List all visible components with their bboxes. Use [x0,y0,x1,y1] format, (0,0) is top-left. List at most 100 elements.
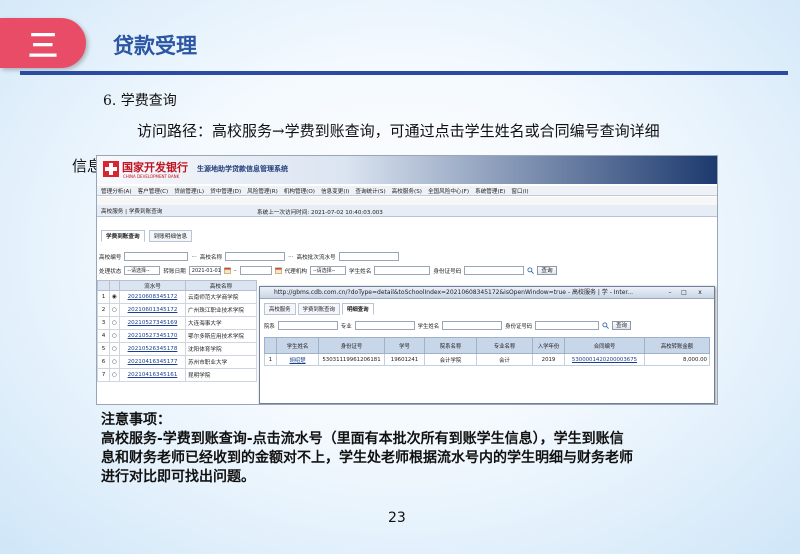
tab-school-service[interactable]: 高校服务 [264,303,296,315]
query-button[interactable]: 查询 [537,266,557,275]
batch-no-input[interactable] [338,252,399,261]
cdb-logo-icon [103,161,119,177]
minimize-button[interactable]: – [664,288,676,297]
tab-detail-query[interactable]: 明细查询 [341,303,374,315]
search-icon[interactable] [602,322,610,329]
col-header-index [264,337,277,354]
col-header-student-no: 学号 [384,337,425,354]
serial-link[interactable]: 20210608345172 [119,290,186,304]
school-name-input[interactable] [225,252,286,261]
lookup-button-2[interactable]: ··· [288,254,293,260]
notes-line-3: 进行对比即可找出问题。 [101,469,255,485]
system-name: 生源地助学贷款信息管理系统 [197,165,288,173]
row-radio[interactable]: ○ [109,342,120,356]
app-banner: 国家开发银行 CHINA DEVELOPMENT BANK 生源地助学贷款信息管… [97,156,717,184]
menu-item-window[interactable]: 窗口(I) [511,187,528,195]
row-radio[interactable]: ○ [109,329,120,343]
table-row[interactable]: 2 ○ 20210601345172 广州珠江职业技术学院 [97,303,257,317]
access-path-text-line1: 访问路径：高校服务→学费到账查询，可通过点击学生姓名或合同编号查询详细 [137,122,660,140]
table-row[interactable]: 6 ○ 20210416345177 苏州市职业大学 [97,355,257,369]
id-no-input[interactable] [464,266,525,275]
student-name-label: 学生姓名 [417,323,440,330]
menu-item-info-change[interactable]: 信息变更(I) [321,187,349,195]
calendar-icon-2[interactable] [274,267,282,274]
fee-arrival-table: 流水号 高校名称 1 ◉ 20210608345172 云南师范大学商学院 2 ○ 202… [97,280,257,382]
col-header-year: 入学年份 [532,337,565,354]
row-radio[interactable]: ○ [109,303,120,317]
last-login-info: 系统上一次访问时间: 2021-07-02 10:40:03.003 [257,210,383,216]
col-header-school: 高校名称 [185,280,257,291]
breadcrumb: 高校服务 | 学费到账查询 [101,208,163,215]
menu-item-inloan[interactable]: 贷中管理(D) [210,187,241,195]
popup-search-row: 院系 专业 学生姓名 身份证号码 查询 [264,321,631,330]
serial-link[interactable]: 20210526345178 [119,342,186,356]
popup-query-button[interactable]: 查询 [612,321,631,330]
student-name-link[interactable]: 胡绍楚 [276,353,319,366]
section-heading: 6. 学费查询 [103,93,177,109]
popup-breadcrumb-tabs: 高校服务 学费到账查询 明细查询 [264,303,374,315]
menu-item-analysis[interactable]: 管理分析(A) [101,187,132,195]
table-row[interactable]: 3 ○ 20210527345169 大连海事大学 [97,316,257,330]
menu-item-query-stats[interactable]: 查询统计(S) [355,187,385,195]
student-name-input[interactable] [374,266,431,275]
maximize-button[interactable]: □ [678,288,690,297]
serial-link[interactable]: 20210601345172 [119,303,186,317]
date-from-input[interactable]: 2021-01-01 [188,266,221,275]
menu-item-preloan[interactable]: 贷前管理(L) [174,187,204,195]
serial-link[interactable]: 20210527345169 [119,316,186,330]
row-radio[interactable]: ○ [109,355,120,369]
close-button[interactable]: x [694,288,706,297]
col-header-major: 专业名称 [476,337,533,354]
breadcrumb-row: 高校服务 | 学费到账查询 [97,205,717,217]
agency-select[interactable]: --请选择-- [309,266,346,275]
content-tabs: 学费到账查询 到账明细信息 [101,230,193,242]
search-icon[interactable] [527,267,535,274]
row-radio-selected[interactable]: ◉ [109,290,120,304]
menu-item-customer[interactable]: 客户管理(C) [138,187,169,195]
col-header-contract-no: 合同编号 [564,337,645,354]
menu-item-school-service[interactable]: 高校服务(S) [392,187,422,195]
section-number-badge: 三 [0,18,86,68]
tab-fee-query[interactable]: 学费到账查询 [297,303,340,315]
date-to-input[interactable] [239,266,272,275]
col-header-select [109,280,120,291]
batch-label: 高校批次流水号 [296,254,336,261]
col-header-dept: 院系名称 [424,337,477,354]
tab-arrival-details[interactable]: 到账明细信息 [148,230,193,242]
calendar-icon[interactable] [223,267,231,274]
dept-input[interactable] [277,321,338,330]
table-row[interactable]: 1 胡绍楚 53031119961206181 19601241 会计学院 会计… [264,353,710,366]
page-number: 23 [388,510,406,526]
menu-bar: 管理分析(A) 客户管理(C) 贷前管理(L) 贷中管理(D) 风险管理(R) … [97,186,717,196]
header-divider [20,71,788,75]
table-row[interactable]: 5 ○ 20210526345178 沈阳体育学院 [97,342,257,356]
lookup-button[interactable]: ··· [191,254,196,260]
tab-fee-arrival-query[interactable]: 学费到账查询 [101,230,145,242]
menu-item-risk[interactable]: 风险管理(R) [247,187,278,195]
row-radio[interactable]: ○ [109,368,120,382]
id-no-label: 身份证号码 [433,268,462,275]
menu-item-risk-center[interactable]: 全国风险中心(F) [428,187,469,195]
table-row[interactable]: 1 ◉ 20210608345172 云南师范大学商学院 [97,290,257,304]
id-no-input[interactable] [535,321,600,330]
status-select[interactable]: --请选择-- [124,266,161,275]
school-no-input[interactable] [124,252,189,261]
serial-link[interactable]: 20210416345161 [119,368,186,382]
student-name-label: 学生姓名 [348,268,372,275]
col-header-serial: 流水号 [119,280,186,291]
col-header-id-no: 身份证号 [318,337,385,354]
table-row[interactable]: 4 ○ 20210527345170 鄂尔多斯应用技术学院 [97,329,257,343]
notes-block: 注意事项： 高校服务-学费到账查询-点击流水号（里面有本批次所有到账学生信息），… [101,411,731,487]
id-no-label: 身份证号码 [505,323,533,330]
notes-line-1: 高校服务-学费到账查询-点击流水号（里面有本批次所有到账学生信息），学生到账信 [101,431,624,447]
menu-item-org[interactable]: 机构管理(O) [284,187,315,195]
contract-no-link[interactable]: 5300001420200003675 [564,353,645,366]
table-row[interactable]: 7 ○ 20210416345161 昆明学院 [97,368,257,382]
search-row-1: 高校编号 ··· 高校名称 ··· 高校批次流水号 [99,252,399,261]
menu-item-system[interactable]: 系统管理(E) [475,187,505,195]
major-input[interactable] [354,321,415,330]
serial-link[interactable]: 20210416345177 [119,355,186,369]
student-name-input[interactable] [442,321,503,330]
row-radio[interactable]: ○ [109,316,120,330]
serial-link[interactable]: 20210527345170 [119,329,186,343]
